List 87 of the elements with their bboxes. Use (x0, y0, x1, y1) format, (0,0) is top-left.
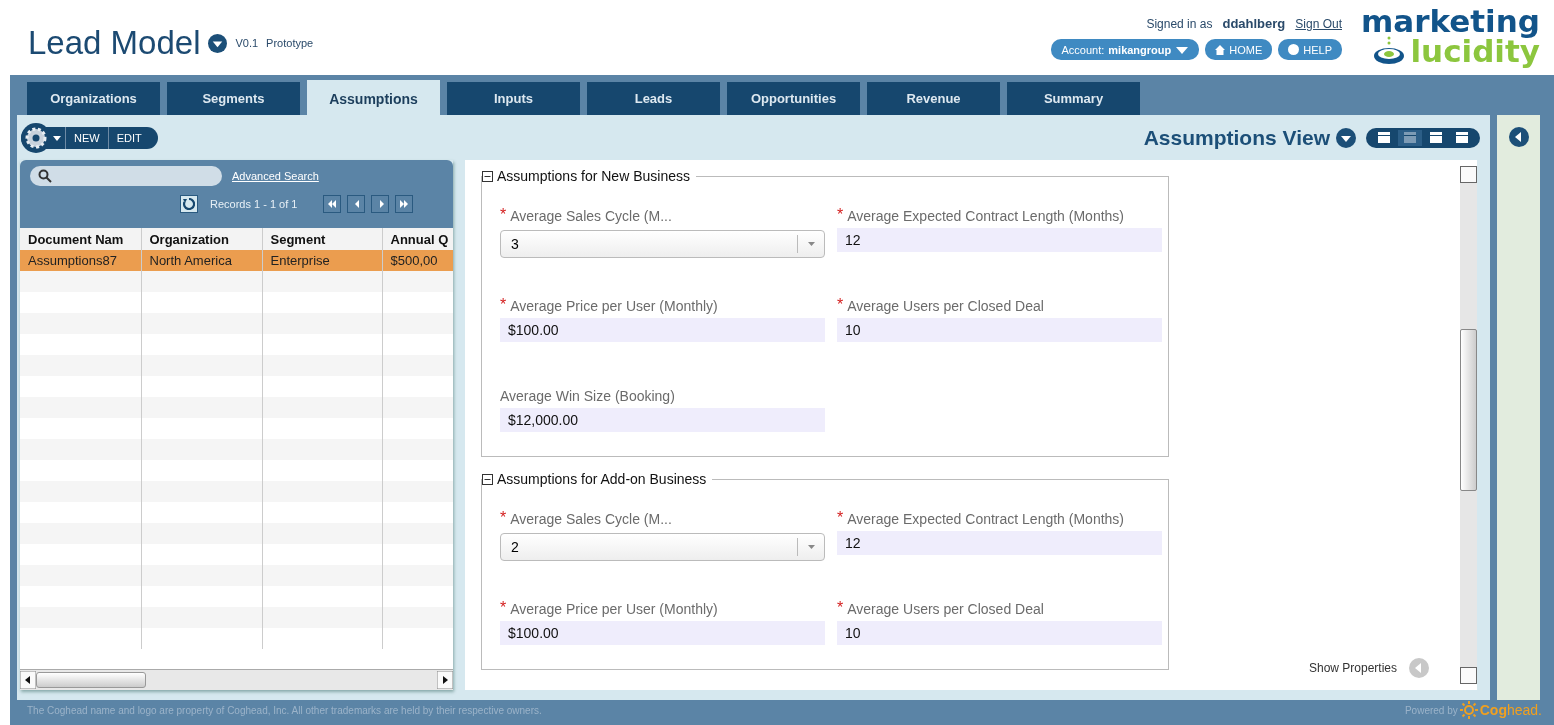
collapse-panel-icon[interactable] (1508, 127, 1529, 147)
tab[interactable]: Inputs (447, 82, 580, 115)
input-field[interactable]: $12,000.00 (500, 408, 825, 432)
version-label: V0.1 (235, 37, 259, 49)
dropdown-field[interactable]: 3 (500, 230, 825, 258)
next-page-button[interactable] (371, 195, 390, 213)
toolbar-button[interactable]: EDIT (107, 126, 150, 149)
search-field[interactable] (30, 166, 222, 186)
copyright-notice: The Coghead name and logo are property of Coghead, Inc. All other trademarks are held by their respective owners. (27, 704, 542, 716)
collapse-icon[interactable] (482, 170, 493, 182)
input-field[interactable]: 12 (837, 228, 1162, 252)
signed-in-label: Signed in as (1146, 16, 1213, 31)
account-dropdown[interactable]: Account: mikangroup (1051, 39, 1200, 60)
table-cell: Assumptions87 (20, 250, 141, 271)
target-icon (1372, 36, 1407, 66)
required-marker: * (500, 599, 507, 617)
logo-text: marketing (1360, 6, 1540, 36)
required-marker: * (500, 206, 507, 224)
field-label: Average Price per User (Monthly) (510, 298, 718, 314)
field-label: Average Sales Cycle (M... (510, 511, 672, 527)
layout-icon[interactable] (1456, 132, 1468, 143)
required-marker: * (837, 599, 844, 617)
sign-out-link[interactable]: Sign Out (1295, 16, 1342, 31)
input-field[interactable]: 10 (837, 621, 1162, 645)
app-title: Lead Model (28, 24, 201, 62)
required-marker: * (837, 206, 844, 224)
tab[interactable]: Opportunities (727, 82, 860, 115)
column-header[interactable]: Segment (262, 228, 382, 250)
table-cell: North America (141, 250, 262, 271)
required-marker: * (837, 509, 844, 527)
input-field[interactable]: 12 (837, 531, 1162, 555)
dropdown-field[interactable]: 2 (500, 533, 825, 561)
column-header[interactable]: Annual Q (382, 228, 453, 250)
record-count: Records 1 - 1 of 1 (210, 198, 298, 210)
column-header[interactable]: Document Nam (20, 228, 141, 250)
sun-icon (1459, 701, 1478, 719)
input-field[interactable]: $100.00 (500, 621, 825, 645)
field-label: Average Win Size (Booking) (500, 388, 675, 404)
layout-icon[interactable] (1378, 132, 1390, 143)
input-field[interactable]: $100.00 (500, 318, 825, 342)
search-icon (38, 169, 52, 183)
stage-label: Prototype (266, 37, 314, 49)
help-button[interactable]: HELP (1278, 39, 1342, 60)
required-marker: * (500, 509, 507, 527)
required-marker: * (837, 296, 844, 314)
column-header[interactable]: Organization (141, 228, 262, 250)
first-page-button[interactable] (323, 195, 342, 213)
tab[interactable]: Leads (587, 82, 720, 115)
tab[interactable]: Revenue (867, 82, 1000, 115)
powered-by-label: Powered by (1404, 704, 1458, 716)
collapse-icon[interactable] (482, 473, 493, 485)
table-cell: $500,00 (382, 250, 453, 271)
tab[interactable]: Assumptions (307, 80, 440, 115)
scroll-right-icon[interactable] (437, 671, 453, 689)
scroll-left-icon[interactable] (20, 671, 36, 689)
show-properties-link[interactable]: Show Properties (1308, 661, 1397, 675)
username: ddahlberg (1222, 16, 1286, 31)
vertical-scrollbar[interactable] (1460, 166, 1477, 684)
section-title: Assumptions for Add-on Business (497, 471, 707, 487)
help-icon[interactable] (1288, 44, 1300, 55)
toolbar-button[interactable]: NEW (65, 126, 108, 149)
field-label: Average Expected Contract Length (Months) (847, 511, 1125, 527)
dropdown-icon[interactable] (1336, 127, 1356, 148)
tab[interactable]: Summary (1007, 82, 1140, 115)
home-button[interactable]: HOME (1205, 39, 1273, 60)
table-cell: Enterprise (262, 250, 382, 271)
section-title: Assumptions for New Business (497, 168, 690, 184)
layout-icon[interactable] (1430, 132, 1442, 143)
last-page-button[interactable] (395, 195, 414, 213)
brand-name: Coghead. (1479, 702, 1542, 718)
field-label: Average Sales Cycle (M... (510, 208, 672, 224)
home-icon[interactable] (1215, 44, 1226, 55)
caret-icon[interactable] (53, 133, 61, 142)
previous-page-button[interactable] (347, 195, 366, 213)
input-field[interactable]: 10 (837, 318, 1162, 342)
horizontal-scrollbar[interactable] (20, 669, 453, 690)
field-label: Average Price per User (Monthly) (510, 601, 718, 617)
field-label: Average Users per Closed Deal (847, 298, 1044, 314)
field-label: Average Expected Contract Length (Months) (847, 208, 1125, 224)
advanced-search-link[interactable]: Advanced Search (232, 170, 319, 182)
dropdown-icon[interactable] (208, 33, 228, 53)
required-marker: * (500, 296, 507, 314)
arrow-icon[interactable] (399, 197, 410, 211)
view-title: Assumptions View (1143, 125, 1330, 150)
tab[interactable]: Segments (167, 82, 300, 115)
field-label: Average Users per Closed Deal (847, 601, 1044, 617)
tab[interactable]: Organizations (27, 82, 160, 115)
